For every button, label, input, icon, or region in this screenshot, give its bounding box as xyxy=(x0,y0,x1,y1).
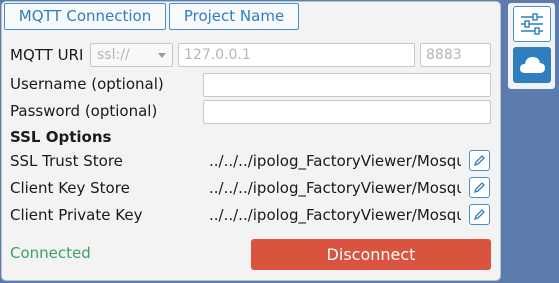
password-input[interactable] xyxy=(203,100,491,124)
username-label: Username (optional) xyxy=(10,75,164,93)
settings-sliders-icon xyxy=(521,13,543,35)
host-input[interactable]: 127.0.0.1 xyxy=(178,43,415,67)
client-key-store-path: ../../../ipolog_FactoryViewer/Mosquitto/… xyxy=(209,179,461,197)
client-key-store-label: Client Key Store xyxy=(10,179,130,197)
disconnect-button[interactable]: Disconnect xyxy=(251,239,491,270)
password-label: Password (optional) xyxy=(10,102,158,120)
tab-mqtt-connection[interactable]: MQTT Connection xyxy=(4,3,166,30)
scheme-select[interactable]: ssl:// xyxy=(90,43,173,67)
pencil-icon xyxy=(473,182,485,194)
client-key-store-edit-button[interactable] xyxy=(469,177,490,198)
scheme-select-value: ssl:// xyxy=(97,47,130,63)
client-private-key-path: ../../../ipolog_FactoryViewer/Mosquitto/… xyxy=(209,206,461,224)
chevron-down-icon xyxy=(158,53,166,58)
connection-status: Connected xyxy=(10,244,91,262)
port-input[interactable]: 8883 xyxy=(420,43,491,67)
ssl-options-heading: SSL Options xyxy=(10,128,112,146)
cloud-button[interactable] xyxy=(513,47,551,83)
pencil-icon xyxy=(473,155,485,167)
tab-project-name[interactable]: Project Name xyxy=(169,3,299,30)
ssl-trust-store-path: ../../../ipolog_FactoryViewer/Mosquitto/… xyxy=(209,152,461,170)
cloud-icon xyxy=(520,57,545,73)
client-private-key-edit-button[interactable] xyxy=(469,204,490,225)
client-private-key-label: Client Private Key xyxy=(10,206,143,224)
ssl-trust-store-label: SSL Trust Store xyxy=(10,152,123,170)
pencil-icon xyxy=(473,209,485,221)
ssl-trust-store-edit-button[interactable] xyxy=(469,150,490,171)
username-input[interactable] xyxy=(203,73,491,97)
settings-button[interactable] xyxy=(513,6,551,42)
mqtt-uri-label: MQTT URI xyxy=(10,46,84,64)
